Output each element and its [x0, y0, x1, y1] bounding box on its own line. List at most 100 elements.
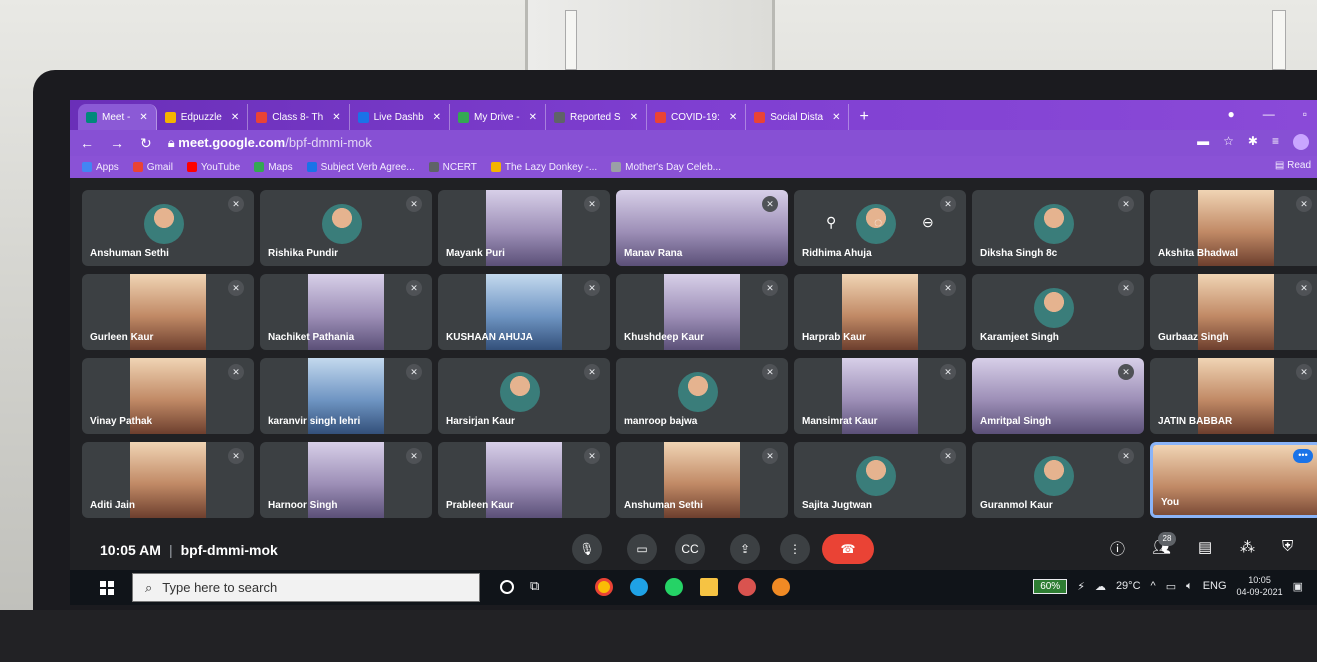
participant-tile[interactable]: ✕ Rishika Pundir	[260, 190, 432, 266]
bookmark-item[interactable]: The Lazy Donkey -...	[490, 162, 597, 173]
participant-tile[interactable]: ✕ Aditi Jain	[82, 442, 254, 518]
maximize-icon[interactable]: ▫	[1303, 107, 1307, 121]
participant-tile[interactable]: ✕ Nachiket Pathania	[260, 274, 432, 350]
close-icon[interactable]: ✕	[433, 112, 441, 123]
clock[interactable]: 10:05 04-09-2021	[1237, 574, 1283, 598]
participant-tile[interactable]: ✕ Harsirjan Kaur	[438, 358, 610, 434]
battery-indicator[interactable]: 60%	[1033, 578, 1068, 594]
close-icon[interactable]: ✕	[630, 112, 638, 123]
network-icon[interactable]: ▭	[1166, 580, 1176, 593]
info-icon[interactable]: ⓘ	[1110, 538, 1125, 559]
browser-tab[interactable]: My Drive - ✕	[450, 104, 546, 130]
star-icon[interactable]: ☆	[1223, 134, 1234, 150]
close-icon[interactable]: ✕	[529, 112, 537, 123]
close-icon[interactable]: ✕	[231, 112, 239, 123]
participant-tile[interactable]: ✕ manroop bajwa	[616, 358, 788, 434]
more-options-icon[interactable]: •••	[1293, 449, 1313, 463]
weather-icon[interactable]: ☁︎	[1095, 580, 1106, 593]
participant-tile[interactable]: ✕ Karamjeet Singh	[972, 274, 1144, 350]
meeting-details[interactable]: 10:05 AM | bpf-dmmi-mok	[100, 542, 278, 558]
camera-button[interactable]: ▭	[627, 534, 657, 564]
extensions-icon[interactable]: ✱	[1248, 134, 1258, 150]
app-icon[interactable]	[772, 578, 790, 596]
reload-icon[interactable]: ↻	[140, 135, 152, 152]
chrome-icon[interactable]	[595, 578, 613, 596]
participant-tile[interactable]: ✕ Mayank Puri	[438, 190, 610, 266]
notification-icon[interactable]: ▣	[1293, 580, 1303, 593]
minimize-icon[interactable]: —	[1263, 107, 1275, 121]
bookmark-item[interactable]: Gmail	[132, 162, 173, 173]
temperature[interactable]: 29°C	[1116, 580, 1141, 592]
participant-tile[interactable]: ✕ Gurleen Kaur	[82, 274, 254, 350]
avatar[interactable]	[1293, 134, 1309, 150]
people-icon[interactable]: 👥︎ 28	[1152, 532, 1176, 556]
url-field[interactable]: 🔒︎ meet.google.com/bpf-dmmi-mok	[168, 135, 372, 151]
self-view-tile[interactable]: ••• You	[1150, 442, 1317, 518]
close-icon[interactable]: ✕	[332, 112, 340, 123]
bookmark-item[interactable]: NCERT	[428, 162, 477, 173]
camera-icon[interactable]: ▬	[1197, 134, 1209, 150]
participant-tile[interactable]: ✕ Anshuman Sethi	[82, 190, 254, 266]
bookmark-item[interactable]: Maps	[254, 162, 293, 173]
reading-list[interactable]: ▤ Read	[1275, 160, 1311, 171]
participant-tile[interactable]: ✕ KUSHAAN AHUJA	[438, 274, 610, 350]
close-icon[interactable]: ✕	[139, 112, 147, 123]
microphone-button[interactable]: 🎙︎	[572, 534, 602, 564]
participant-tile[interactable]: ✕ Prableen Kaur	[438, 442, 610, 518]
file-explorer-icon[interactable]	[700, 578, 718, 596]
browser-tab[interactable]: Meet - ✕	[78, 104, 157, 130]
playlist-icon[interactable]: ≡	[1272, 134, 1279, 150]
participant-tile[interactable]: ✕ Ridhima Ahuja ⚲ ◌ ⊖	[794, 190, 966, 266]
mute-participant-icon[interactable]: ◌	[874, 214, 882, 230]
chat-icon[interactable]: ▤	[1198, 538, 1212, 556]
chevron-up-icon[interactable]: ^	[1151, 580, 1156, 592]
participant-tile[interactable]: ✕ Gurbaaz Singh	[1150, 274, 1317, 350]
activities-icon[interactable]: ⁂	[1240, 538, 1255, 556]
close-icon[interactable]: ✕	[832, 112, 840, 123]
participant-tile[interactable]: ✕ Vinay Pathak	[82, 358, 254, 434]
whatsapp-icon[interactable]	[665, 578, 683, 596]
language-indicator[interactable]: ENG	[1203, 580, 1227, 592]
participant-tile[interactable]: ✕ JATIN BABBAR	[1150, 358, 1317, 434]
participant-tile[interactable]: ✕ Harprab Kaur	[794, 274, 966, 350]
leave-call-button[interactable]: ☎︎	[822, 534, 874, 564]
windows-start-icon[interactable]	[100, 581, 114, 595]
browser-tab[interactable]: COVID-19: ✕	[647, 104, 747, 130]
browser-tab[interactable]: Live Dashb ✕	[350, 104, 451, 130]
captions-button[interactable]: CC	[675, 534, 705, 564]
participant-tile[interactable]: ✕ Khushdeep Kaur	[616, 274, 788, 350]
participant-tile[interactable]: ✕ Sajita Jugtwan	[794, 442, 966, 518]
participant-tile[interactable]: ✕ Akshita Bhadwal	[1150, 190, 1317, 266]
participant-tile[interactable]: ✕ Manav Rana	[616, 190, 788, 266]
participant-tile[interactable]: ✕ Guranmol Kaur	[972, 442, 1144, 518]
host-controls-icon[interactable]: ⛨	[1282, 538, 1293, 555]
taskbar-search-input[interactable]: ⌕ Type here to search	[132, 573, 480, 602]
browser-tab[interactable]: Class 8- Th ✕	[248, 104, 350, 130]
back-icon[interactable]: ←	[80, 135, 94, 151]
cortana-icon[interactable]	[500, 580, 514, 594]
bookmark-item[interactable]: Apps	[82, 162, 119, 173]
task-view-icon[interactable]: ⧉	[530, 578, 548, 596]
more-options-button[interactable]: ⋮	[780, 534, 810, 564]
forward-icon[interactable]: →	[110, 135, 124, 151]
bookmark-item[interactable]: Subject Verb Agree...	[306, 162, 415, 173]
browser-tab[interactable]: Social Dista ✕	[746, 104, 850, 130]
pin-icon[interactable]: ⚲	[826, 214, 836, 231]
remove-icon[interactable]: ⊖	[922, 214, 934, 231]
browser-tab[interactable]: Reported S ✕	[546, 104, 647, 130]
bookmark-item[interactable]: YouTube	[186, 162, 240, 173]
present-button[interactable]: ⇪	[730, 534, 760, 564]
edge-icon[interactable]	[630, 578, 648, 596]
browser-tab[interactable]: Edpuzzle ✕	[157, 104, 249, 130]
volume-icon[interactable]: 🔈︎	[1186, 580, 1193, 593]
participant-tile[interactable]: ✕ Harnoor Singh	[260, 442, 432, 518]
participant-tile[interactable]: ✕ Amritpal Singh	[972, 358, 1144, 434]
app-icon[interactable]	[738, 578, 756, 596]
participant-tile[interactable]: ✕ Mansimrat Kaur	[794, 358, 966, 434]
participant-tile[interactable]: ✕ karanvir singh lehri	[260, 358, 432, 434]
bookmark-item[interactable]: Mother's Day Celeb...	[611, 162, 721, 173]
new-tab-button[interactable]: +	[849, 104, 878, 130]
close-icon[interactable]: ✕	[729, 112, 737, 123]
participant-tile[interactable]: ✕ Anshuman Sethi	[616, 442, 788, 518]
participant-tile[interactable]: ✕ Diksha Singh 8c	[972, 190, 1144, 266]
